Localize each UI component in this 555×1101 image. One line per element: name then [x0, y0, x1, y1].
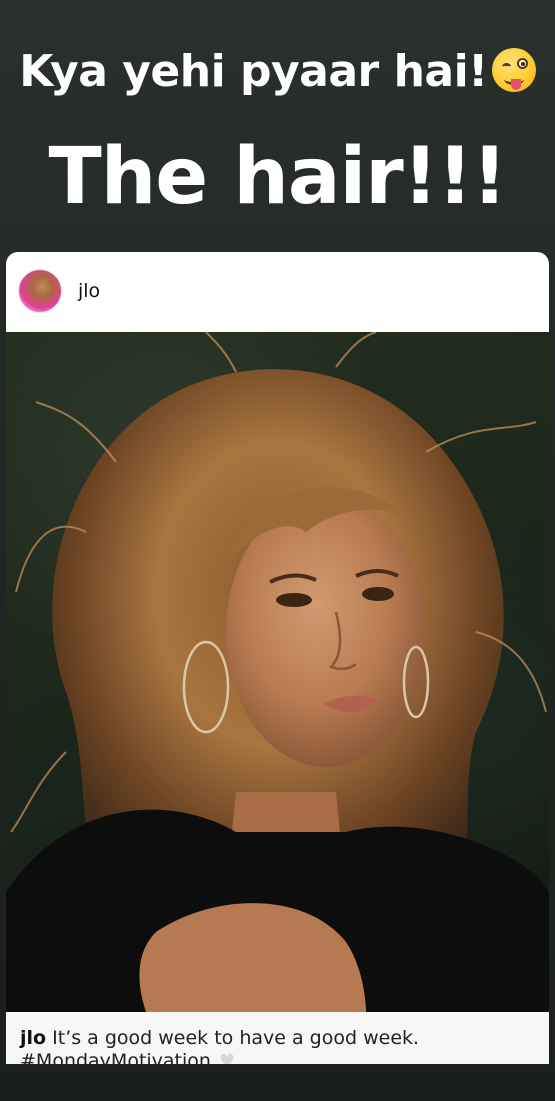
bottom-bar — [0, 1068, 555, 1101]
caption-text: It’s a good week to have a good week. — [52, 1027, 420, 1049]
heart-icon: ♥ — [218, 1051, 236, 1064]
story-caption-line-1: Kya yehi pyaar hai! — [0, 46, 555, 97]
story-screen: Kya yehi pyaar hai! The hair!!! jlo jlo … — [0, 0, 555, 1101]
post-username[interactable]: jlo — [78, 280, 100, 302]
caption-hashtag[interactable]: #MondayMotivation — [20, 1050, 211, 1064]
winking-tongue-emoji-icon — [491, 48, 536, 92]
story-caption-line-2: The hair!!! — [48, 132, 508, 222]
story-caption-text-1: Kya yehi pyaar hai! — [19, 46, 488, 97]
post-photo[interactable] — [6, 332, 549, 1012]
post-caption: jlo It’s a good week to have a good week… — [6, 1012, 549, 1064]
portrait-image — [6, 332, 549, 1012]
caption-username[interactable]: jlo — [20, 1027, 46, 1049]
avatar[interactable] — [18, 269, 62, 313]
post-header[interactable]: jlo — [6, 252, 549, 330]
shared-post-card[interactable]: jlo jlo It’s a good week to have a good … — [6, 252, 549, 1064]
